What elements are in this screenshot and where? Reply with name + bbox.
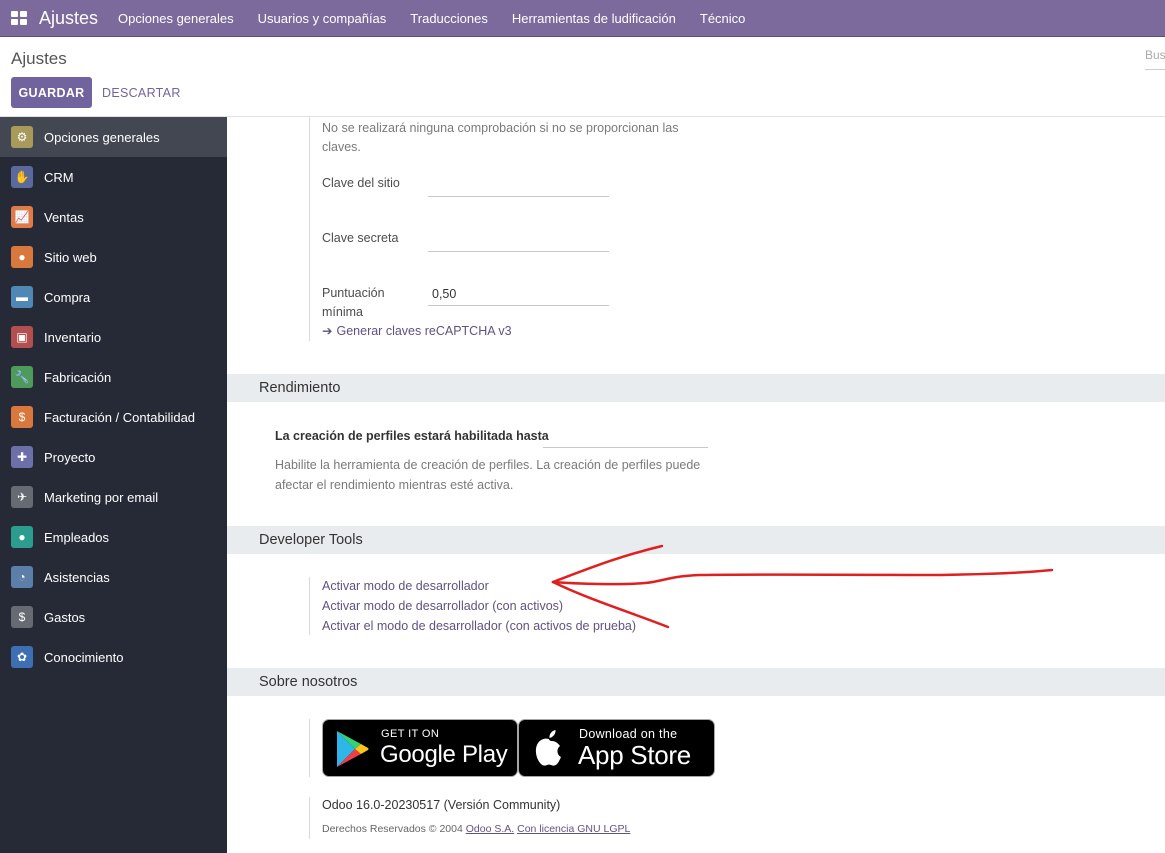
arrow-right-icon: ➔ xyxy=(322,324,333,338)
generate-keys-link[interactable]: ➔ Generar claves reCAPTCHA v3 xyxy=(322,323,512,339)
apple-icon xyxy=(535,730,561,766)
menu-opciones-generales[interactable]: Opciones generales xyxy=(118,11,234,26)
license-link[interactable]: Con licencia GNU LGPL xyxy=(517,823,630,835)
discard-button[interactable]: DESCARTAR xyxy=(102,77,181,108)
profiling-help: Habilite la herramienta de creación de p… xyxy=(275,458,701,492)
profiling-label: La creación de perfiles estará habilitad… xyxy=(275,429,549,443)
min-score-field[interactable]: 0,50 xyxy=(428,287,609,306)
menu-herramientas-ludificacion[interactable]: Herramientas de ludificación xyxy=(512,11,676,26)
sidebar-item-label: Facturación / Contabilidad xyxy=(44,409,196,425)
app-store-big-text: App Store xyxy=(578,740,691,770)
sidebar-item-gastos[interactable]: $ Gastos xyxy=(0,597,227,637)
sidebar-item-label: Marketing por email xyxy=(44,489,159,505)
card-icon: ▬ xyxy=(11,286,33,308)
sidebar-item-proyecto[interactable]: ✚ Proyecto xyxy=(0,437,227,477)
google-play-small-text: GET IT ON xyxy=(381,728,440,740)
google-play-icon xyxy=(337,731,369,767)
sidebar-item-label: Inventario xyxy=(44,329,102,345)
section-developer-tools-title: Developer Tools xyxy=(227,526,1165,554)
copyright-text: Derechos Reservados © 2004 xyxy=(322,823,463,835)
sidebar-item-compra[interactable]: ▬ Compra xyxy=(0,277,227,317)
secret-key-field[interactable] xyxy=(428,233,609,252)
sidebar-item-label: Gastos xyxy=(44,609,86,625)
people-icon: ● xyxy=(11,526,33,548)
sidebar-item-asistencias[interactable]: ◔ Asistencias xyxy=(0,557,227,597)
puzzle-icon: ✚ xyxy=(11,446,33,468)
user-clock-icon: ◔ xyxy=(11,566,33,588)
activate-dev-mode-assets-link[interactable]: Activar modo de desarrollador (con activ… xyxy=(322,599,563,613)
activate-dev-mode-test-assets-link[interactable]: Activar el modo de desarrollador (con ac… xyxy=(322,619,636,633)
app-store-badge[interactable]: Download on the App Store xyxy=(518,719,715,777)
app-brand[interactable]: Ajustes xyxy=(39,8,98,29)
paper-plane-icon: ✈ xyxy=(11,486,33,508)
sidebar-item-sitio-web[interactable]: ● Sitio web xyxy=(0,237,227,277)
min-score-label: Puntuación mínima xyxy=(322,286,385,319)
recaptcha-help: No se realizará ninguna comprobación si … xyxy=(322,121,679,154)
generate-keys-label: Generar claves reCAPTCHA v3 xyxy=(336,323,512,338)
handshake-icon: ✋ xyxy=(11,166,33,188)
google-play-badge[interactable]: GET IT ON Google Play xyxy=(322,719,518,777)
top-navbar: Ajustes Opciones generales Usuarios y co… xyxy=(0,0,1165,37)
copyright-line: Derechos Reservados © 2004 Odoo S.A. Con… xyxy=(322,823,630,835)
sidebar-item-fabricacion[interactable]: 🔧 Fabricación xyxy=(0,357,227,397)
sidebar-item-label: CRM xyxy=(44,169,74,185)
secret-key-label: Clave secreta xyxy=(322,231,399,245)
menu-usuarios-companias[interactable]: Usuarios y compañías xyxy=(258,11,387,26)
box-icon: ▣ xyxy=(11,326,33,348)
setting-divider xyxy=(309,117,310,341)
settings-content[interactable]: No se realizará ninguna comprobación si … xyxy=(227,117,1165,853)
section-about-title: Sobre nosotros xyxy=(227,668,1165,696)
sidebar-item-label: Asistencias xyxy=(44,569,110,585)
site-key-field[interactable] xyxy=(428,178,609,197)
sidebar-item-inventario[interactable]: ▣ Inventario xyxy=(0,317,227,357)
gear-icon: ⚙ xyxy=(11,126,33,148)
sidebar-item-label: Proyecto xyxy=(44,449,96,465)
control-panel: Ajustes Bus GUARDAR DESCARTAR xyxy=(0,37,1165,117)
sidebar-item-label: Conocimiento xyxy=(44,649,124,665)
breadcrumb: Ajustes xyxy=(11,49,67,68)
sidebar-item-ventas[interactable]: 📈 Ventas xyxy=(0,197,227,237)
menu-traducciones[interactable]: Traducciones xyxy=(410,11,488,26)
setting-divider xyxy=(309,577,310,635)
sidebar-item-label: Sitio web xyxy=(44,249,97,265)
app-store-small-text: Download on the xyxy=(579,727,678,741)
sidebar-item-label: Ventas xyxy=(44,209,84,225)
wrench-icon: 🔧 xyxy=(11,366,33,388)
apps-menu-icon[interactable] xyxy=(11,11,27,25)
globe-icon: ● xyxy=(11,246,33,268)
profiling-until-field[interactable] xyxy=(543,429,708,448)
version-text: Odoo 16.0-20230517 (Versión Community) xyxy=(322,798,561,812)
sidebar-item-opciones-generales[interactable]: ⚙ Opciones generales xyxy=(0,117,227,157)
search-input[interactable]: Bus xyxy=(1145,48,1165,70)
setting-divider xyxy=(309,797,310,839)
sidebar-item-empleados[interactable]: ● Empleados xyxy=(0,517,227,557)
google-play-big-text: Google Play xyxy=(380,741,508,768)
settings-sidebar: ⚙ Opciones generales ✋ CRM 📈 Ventas ● Sitio web… xyxy=(0,117,227,853)
sidebar-item-label: Opciones generales xyxy=(44,129,160,145)
brain-icon: ✿ xyxy=(11,646,33,668)
odoo-company-link[interactable]: Odoo S.A. xyxy=(466,823,514,835)
activate-dev-mode-link[interactable]: Activar modo de desarrollador xyxy=(322,579,489,593)
invoice-icon: $ xyxy=(11,406,33,428)
site-key-label: Clave del sitio xyxy=(322,176,400,190)
user-dollar-icon: $ xyxy=(11,606,33,628)
sidebar-item-label: Fabricación xyxy=(44,369,112,385)
save-button[interactable]: GUARDAR xyxy=(11,77,92,108)
setting-divider xyxy=(309,719,310,777)
sidebar-item-facturacion-contabilidad[interactable]: $ Facturación / Contabilidad xyxy=(0,397,227,437)
section-performance-title: Rendimiento xyxy=(227,374,1165,402)
sidebar-item-marketing-por-email[interactable]: ✈ Marketing por email xyxy=(0,477,227,517)
sidebar-item-conocimiento[interactable]: ✿ Conocimiento xyxy=(0,637,227,677)
sidebar-item-crm[interactable]: ✋ CRM xyxy=(0,157,227,197)
sidebar-item-label: Empleados xyxy=(44,529,110,545)
chart-icon: 📈 xyxy=(11,206,33,228)
menu-tecnico[interactable]: Técnico xyxy=(700,11,746,26)
sidebar-item-label: Compra xyxy=(44,289,91,305)
